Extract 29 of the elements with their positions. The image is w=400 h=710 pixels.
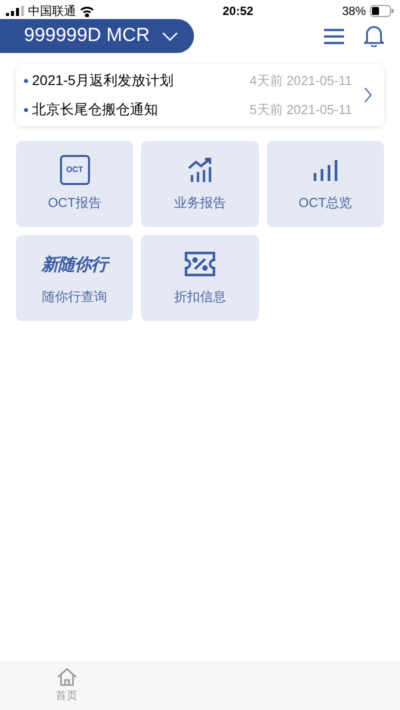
chevron-right-icon <box>364 87 372 103</box>
bar-chart-icon <box>312 159 338 182</box>
notice-time: 5天前 2021-05-11 <box>250 100 352 119</box>
bullet-icon <box>24 108 28 112</box>
bell-icon[interactable] <box>364 25 384 47</box>
battery-percent: 38% <box>342 3 366 20</box>
account-selector[interactable]: 999999D MCR <box>0 19 194 53</box>
feature-tile[interactable]: 新随你行 随你行查询 <box>16 235 134 321</box>
feature-tile[interactable]: OCT OCT报告 <box>16 141 134 227</box>
home-icon <box>56 668 76 686</box>
feature-tile[interactable]: OCT总览 <box>266 141 384 227</box>
chart-icon <box>186 156 214 184</box>
feature-tile[interactable]: 业务报告 <box>141 141 259 227</box>
notice-time: 4天前 2021-05-11 <box>250 72 352 90</box>
menu-icon[interactable] <box>324 28 344 44</box>
feature-tile[interactable]: 折扣信息 <box>141 235 259 321</box>
clock-time: 20:52 <box>222 3 254 20</box>
chevron-down-icon <box>162 32 178 40</box>
carrier-name: 中国联通 <box>28 3 76 20</box>
document-icon: OCT <box>60 155 90 186</box>
signal-icon <box>6 6 24 16</box>
logo-text: 新随你行 <box>42 254 108 276</box>
notice-title[interactable]: 北京长尾仓搬仓通知 <box>32 99 250 120</box>
battery-icon <box>370 5 394 17</box>
discount-ticket-icon <box>184 251 216 278</box>
bullet-icon <box>24 78 28 82</box>
notice-card[interactable]: 2021-5月返利发放计划 4天前 2021-05-11 北京长尾仓搬仓通知 5天前 2021-05-11 <box>16 64 384 126</box>
wifi-icon <box>80 6 94 16</box>
notice-title[interactable]: 2021-5月返利发放计划 <box>32 70 250 91</box>
